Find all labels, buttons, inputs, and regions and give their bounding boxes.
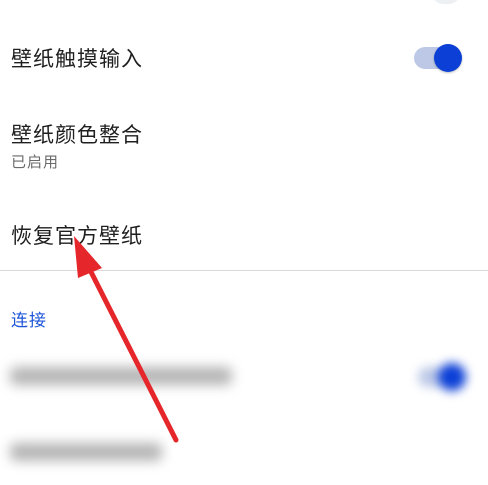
connection-section-header: 连接 bbox=[11, 311, 47, 331]
blurred-toggle[interactable] bbox=[418, 362, 468, 392]
blurred-setting-label[interactable] bbox=[10, 443, 162, 461]
restore-official-wallpaper-item[interactable]: 恢复官方壁纸 bbox=[11, 220, 143, 250]
wallpaper-touch-input-toggle[interactable] bbox=[414, 44, 462, 72]
wallpaper-color-integration-status: 已启用 bbox=[11, 153, 60, 171]
section-divider bbox=[0, 270, 488, 271]
toggle-thumb bbox=[438, 363, 466, 391]
blurred-setting-label[interactable] bbox=[10, 367, 232, 385]
wallpaper-touch-input-label[interactable]: 壁纸触摸输入 bbox=[11, 43, 143, 73]
wallpaper-color-integration-label[interactable]: 壁纸颜色整合 bbox=[11, 119, 143, 149]
partial-toggle-edge bbox=[432, 0, 460, 4]
toggle-thumb bbox=[434, 44, 462, 72]
settings-screen: 壁纸触摸输入 壁纸颜色整合 已启用 恢复官方壁纸 连接 bbox=[0, 0, 488, 485]
